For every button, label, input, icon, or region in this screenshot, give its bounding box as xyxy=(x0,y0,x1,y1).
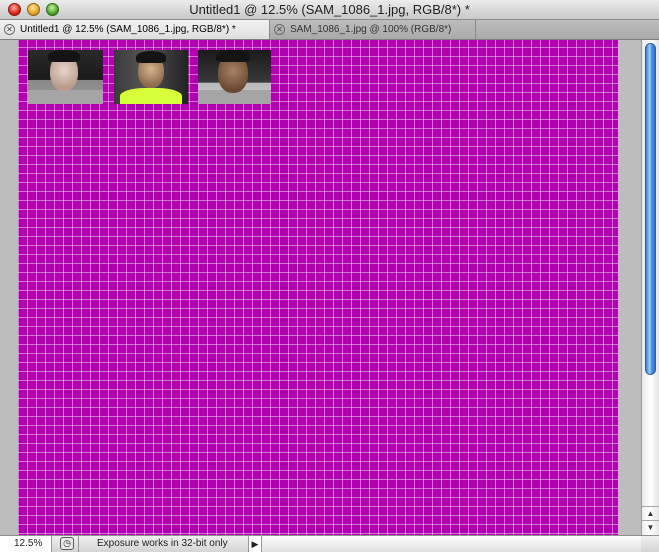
vertical-scrollbar[interactable]: ▲ ▼ xyxy=(641,40,659,535)
close-tab-icon[interactable]: ✕ xyxy=(274,24,285,35)
horizontal-scrollbar[interactable] xyxy=(262,536,641,552)
zoom-level-field[interactable]: 12.5% xyxy=(0,536,52,552)
window-title: Untitled1 @ 12.5% (SAM_1086_1.jpg, RGB/8… xyxy=(189,2,470,17)
canvas-area[interactable] xyxy=(0,40,641,535)
tab-label: Untitled1 @ 12.5% (SAM_1086_1.jpg, RGB/8… xyxy=(20,24,236,35)
status-bar: 12.5% ◷ Exposure works in 32-bit only ▶ xyxy=(0,535,659,552)
resize-grip-icon[interactable] xyxy=(641,536,659,552)
vertical-scroll-thumb[interactable] xyxy=(645,43,656,375)
tab-sam-1086[interactable]: ✕ SAM_1086_1.jpg @ 100% (RGB/8*) xyxy=(270,20,476,39)
status-menu-arrow-icon[interactable]: ▶ xyxy=(248,536,262,552)
document-tab-bar: ✕ Untitled1 @ 12.5% (SAM_1086_1.jpg, RGB… xyxy=(0,20,659,40)
window-title-bar: Untitled1 @ 12.5% (SAM_1086_1.jpg, RGB/8… xyxy=(0,0,659,20)
photo-person-2[interactable] xyxy=(114,50,188,104)
photo-person-3[interactable] xyxy=(198,50,271,104)
tab-untitled1[interactable]: ✕ Untitled1 @ 12.5% (SAM_1086_1.jpg, RGB… xyxy=(0,20,270,39)
status-message: Exposure works in 32-bit only xyxy=(78,536,248,552)
scroll-down-arrow-icon[interactable]: ▼ xyxy=(642,520,659,534)
tab-label: SAM_1086_1.jpg @ 100% (RGB/8*) xyxy=(290,24,452,35)
close-tab-icon[interactable]: ✕ xyxy=(4,24,15,35)
scroll-up-arrow-icon[interactable]: ▲ xyxy=(642,506,659,520)
status-clock-icon[interactable]: ◷ xyxy=(60,537,74,550)
photo-person-1[interactable] xyxy=(28,50,103,104)
document-canvas[interactable] xyxy=(18,40,618,535)
